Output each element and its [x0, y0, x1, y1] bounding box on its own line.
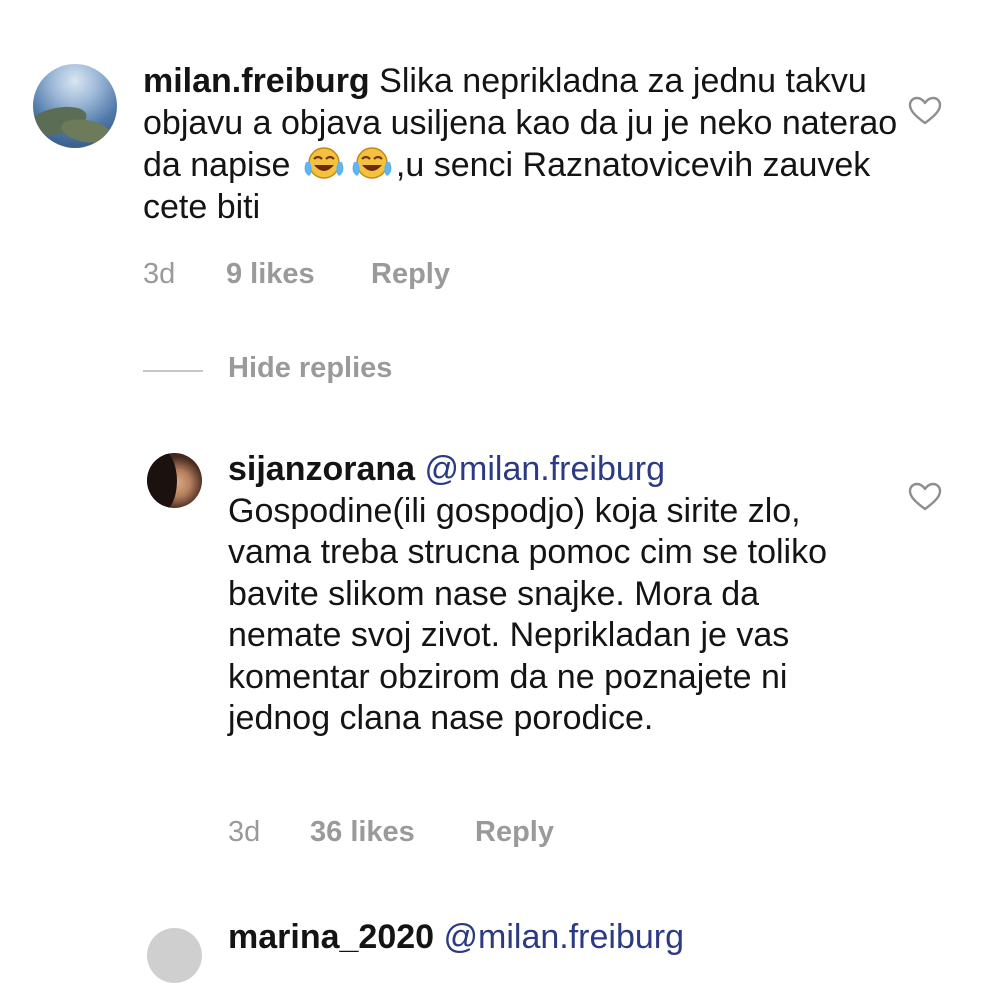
- likes-count[interactable]: 36 likes: [310, 816, 415, 849]
- hide-replies-button[interactable]: Hide replies: [228, 352, 392, 385]
- replies-divider: [143, 370, 203, 372]
- comment-time: 3d: [143, 258, 176, 290]
- comment-mention[interactable]: @milan.freiburg: [425, 450, 666, 488]
- comment-username[interactable]: marina_2020: [228, 918, 434, 956]
- heart-outline-icon[interactable]: [908, 482, 942, 512]
- comment-username[interactable]: sijanzorana: [228, 450, 415, 488]
- avatar-marina[interactable]: [147, 928, 202, 983]
- comment-mention[interactable]: @milan.freiburg: [444, 918, 685, 956]
- avatar-milan-freiburg[interactable]: [33, 64, 117, 148]
- comment-body: marina_2020 @milan.freiburg: [228, 918, 684, 957]
- likes-count[interactable]: 9 likes: [226, 258, 315, 291]
- avatar-landscape: [59, 115, 113, 147]
- tears-of-joy-emoji-icon: [304, 147, 344, 179]
- avatar-sijanzorana[interactable]: [147, 453, 202, 508]
- reply-button[interactable]: Reply: [371, 258, 450, 291]
- reply-button[interactable]: Reply: [475, 816, 554, 849]
- comment-body: milan.freiburg Slika neprikladna za jedn…: [143, 61, 903, 228]
- tears-of-joy-emoji-icon: [352, 147, 392, 179]
- comment-body: sijanzorana @milan.freiburg Gospodine(il…: [228, 449, 868, 740]
- comment-time: 3d: [228, 816, 261, 848]
- comment-username[interactable]: milan.freiburg: [143, 62, 370, 100]
- heart-outline-icon[interactable]: [908, 96, 942, 126]
- comment-text: Gospodine(ili gospodjo) koja sirite zlo,…: [228, 491, 828, 738]
- avatar-photo-detail: [147, 453, 177, 508]
